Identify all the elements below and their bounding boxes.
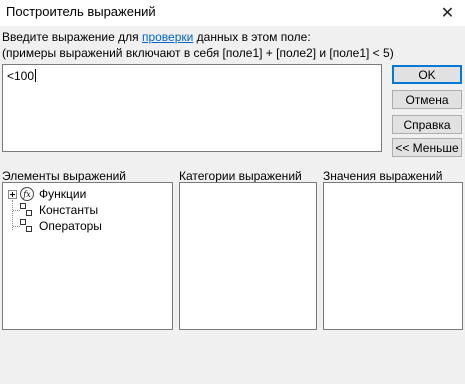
- constants-icon: [20, 203, 34, 217]
- instruction-line-2: (примеры выражений включают в себя [поле…: [2, 46, 394, 60]
- tree-connector: [13, 210, 20, 211]
- cancel-button-label: Отмена: [405, 92, 449, 107]
- categories-list[interactable]: [179, 182, 317, 330]
- tree-item-constants[interactable]: Константы: [20, 202, 98, 218]
- help-button[interactable]: Справка: [392, 115, 462, 134]
- elements-label: Элементы выражений: [2, 169, 126, 183]
- cancel-button[interactable]: Отмена: [392, 90, 462, 109]
- ok-button[interactable]: OK: [392, 65, 462, 84]
- tree-connector: [13, 226, 20, 227]
- tree-item-label: Функции: [39, 187, 87, 201]
- values-label: Значения выражений: [323, 169, 443, 183]
- less-button-label: << Меньше: [395, 140, 459, 155]
- instruction-prefix: Введите выражение для: [2, 30, 142, 44]
- close-icon[interactable]: ✕: [430, 0, 465, 26]
- values-list[interactable]: [323, 182, 463, 330]
- operators-icon: [20, 219, 34, 233]
- tree-item-label: Константы: [39, 203, 99, 217]
- less-button[interactable]: << Меньше: [392, 138, 462, 157]
- tree-item-label: Операторы: [39, 219, 102, 233]
- tree-item-functions[interactable]: fx Функции: [8, 186, 87, 202]
- expand-icon[interactable]: [8, 189, 17, 199]
- window-title: Построитель выражений: [6, 4, 156, 19]
- text-caret: [35, 69, 37, 82]
- validation-link[interactable]: проверки: [142, 30, 193, 44]
- expression-text: <100: [7, 69, 35, 83]
- tree-item-operators[interactable]: Операторы: [20, 218, 102, 234]
- expression-input[interactable]: <100: [2, 64, 382, 152]
- categories-label: Категории выражений: [179, 169, 302, 183]
- title-bar: Построитель выражений ✕: [0, 0, 465, 26]
- help-button-label: Справка: [403, 117, 451, 132]
- instruction-suffix: данных в этом поле:: [193, 30, 311, 44]
- function-icon: fx: [20, 187, 34, 201]
- instruction-line-1: Введите выражение для проверки данных в …: [2, 30, 311, 44]
